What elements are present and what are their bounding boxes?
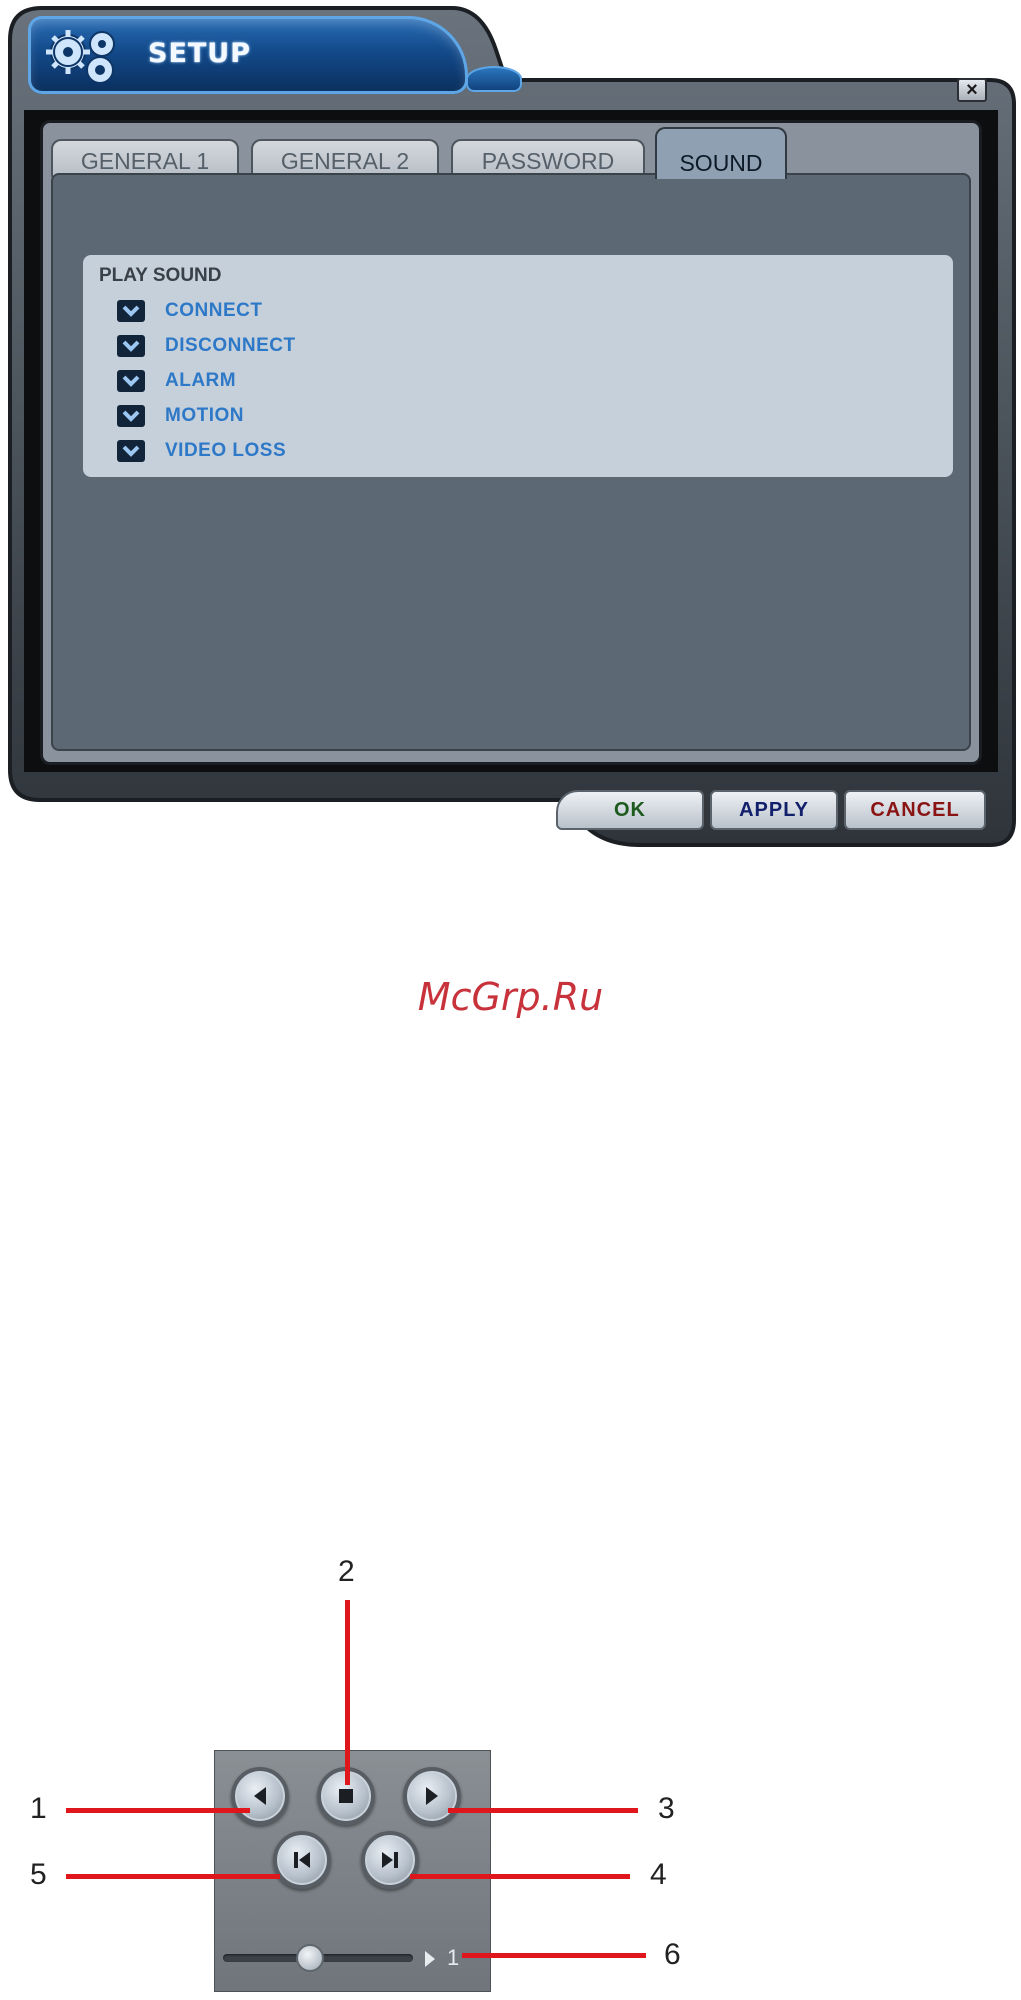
content-panel: GENERAL 1 GENERAL 2 PASSWORD SOUND PLAY …	[40, 120, 982, 765]
speed-arrow-icon	[425, 1951, 435, 1967]
sound-option-label: ALARM	[165, 370, 237, 391]
callout-number-5: 5	[30, 1858, 47, 1891]
sound-option-video-loss[interactable]: VIDEO LOSS	[117, 437, 286, 465]
play-icon	[426, 1787, 438, 1805]
title-bar-tab	[466, 66, 522, 92]
rewind-icon	[254, 1787, 266, 1805]
callout-line-3	[448, 1808, 638, 1813]
callout-number-2: 2	[338, 1555, 355, 1588]
sound-tab-page: PLAY SOUND CONNECT DISCONNECT ALARM MOTI…	[51, 173, 971, 751]
close-button[interactable]: ×	[957, 78, 987, 102]
tab-general-2[interactable]: GENERAL 2	[251, 139, 439, 177]
seek-slider-handle[interactable]	[296, 1944, 324, 1972]
tab-label: SOUND	[679, 150, 763, 176]
window-title: SETUP	[148, 38, 252, 69]
checkbox-motion[interactable]	[117, 405, 145, 427]
tab-general-1[interactable]: GENERAL 1	[51, 139, 239, 177]
apply-label: APPLY	[739, 798, 809, 821]
apply-button[interactable]: APPLY	[710, 790, 838, 830]
callout-number-3: 3	[658, 1792, 675, 1825]
checkbox-connect[interactable]	[117, 300, 145, 322]
ok-label: OK	[614, 798, 646, 821]
setup-dialog: SETUP × GENERAL 1 GENERAL 2 PASSWORD SOU…	[0, 0, 1021, 850]
sound-option-disconnect[interactable]: DISCONNECT	[117, 332, 296, 360]
check-icon	[122, 305, 140, 317]
checkbox-disconnect[interactable]	[117, 335, 145, 357]
tab-sound[interactable]: SOUND	[655, 127, 787, 179]
ok-button[interactable]: OK	[556, 790, 704, 830]
check-icon	[122, 445, 140, 457]
play-sound-title: PLAY SOUND	[99, 265, 222, 286]
tab-password[interactable]: PASSWORD	[451, 139, 645, 177]
title-bar[interactable]: SETUP	[28, 16, 468, 94]
cancel-button[interactable]: CANCEL	[844, 790, 986, 830]
callout-line-2	[345, 1600, 350, 1785]
tab-label: PASSWORD	[481, 148, 615, 174]
sound-option-connect[interactable]: CONNECT	[117, 297, 262, 325]
callout-line-1	[66, 1808, 250, 1813]
rewind-button[interactable]	[231, 1767, 289, 1825]
sound-option-label: DISCONNECT	[165, 335, 296, 356]
setup-gears-icon	[46, 30, 115, 84]
sound-option-label: CONNECT	[165, 300, 263, 321]
check-icon	[122, 410, 140, 422]
play-button[interactable]	[403, 1767, 461, 1825]
speed-value: 1	[447, 1945, 460, 1970]
step-forward-icon	[382, 1852, 398, 1868]
sound-option-motion[interactable]: MOTION	[117, 402, 244, 430]
tab-label: GENERAL 1	[80, 148, 210, 174]
callout-line-6	[462, 1953, 646, 1958]
sound-option-label: VIDEO LOSS	[165, 440, 287, 461]
callout-number-6: 6	[664, 1938, 681, 1971]
watermark-text: McGrp.Ru	[417, 975, 604, 1019]
step-forward-button[interactable]	[361, 1831, 419, 1889]
callout-line-5	[66, 1874, 280, 1879]
sound-option-alarm[interactable]: ALARM	[117, 367, 236, 395]
checkbox-video-loss[interactable]	[117, 440, 145, 462]
checkbox-alarm[interactable]	[117, 370, 145, 392]
seek-slider[interactable]	[223, 1944, 413, 1972]
callout-line-4	[410, 1874, 630, 1879]
callout-number-1: 1	[30, 1792, 47, 1825]
tab-label: GENERAL 2	[280, 148, 410, 174]
check-icon	[122, 375, 140, 387]
stop-icon	[339, 1789, 353, 1803]
close-icon: ×	[966, 78, 978, 101]
playback-control-panel: 1	[214, 1750, 491, 1992]
step-backward-icon	[294, 1852, 310, 1868]
step-backward-button[interactable]	[273, 1831, 331, 1889]
sound-option-label: MOTION	[165, 405, 244, 426]
cancel-label: CANCEL	[870, 798, 960, 821]
play-sound-group: PLAY SOUND CONNECT DISCONNECT ALARM MOTI…	[83, 255, 953, 477]
callout-number-4: 4	[650, 1858, 667, 1891]
check-icon	[122, 340, 140, 352]
